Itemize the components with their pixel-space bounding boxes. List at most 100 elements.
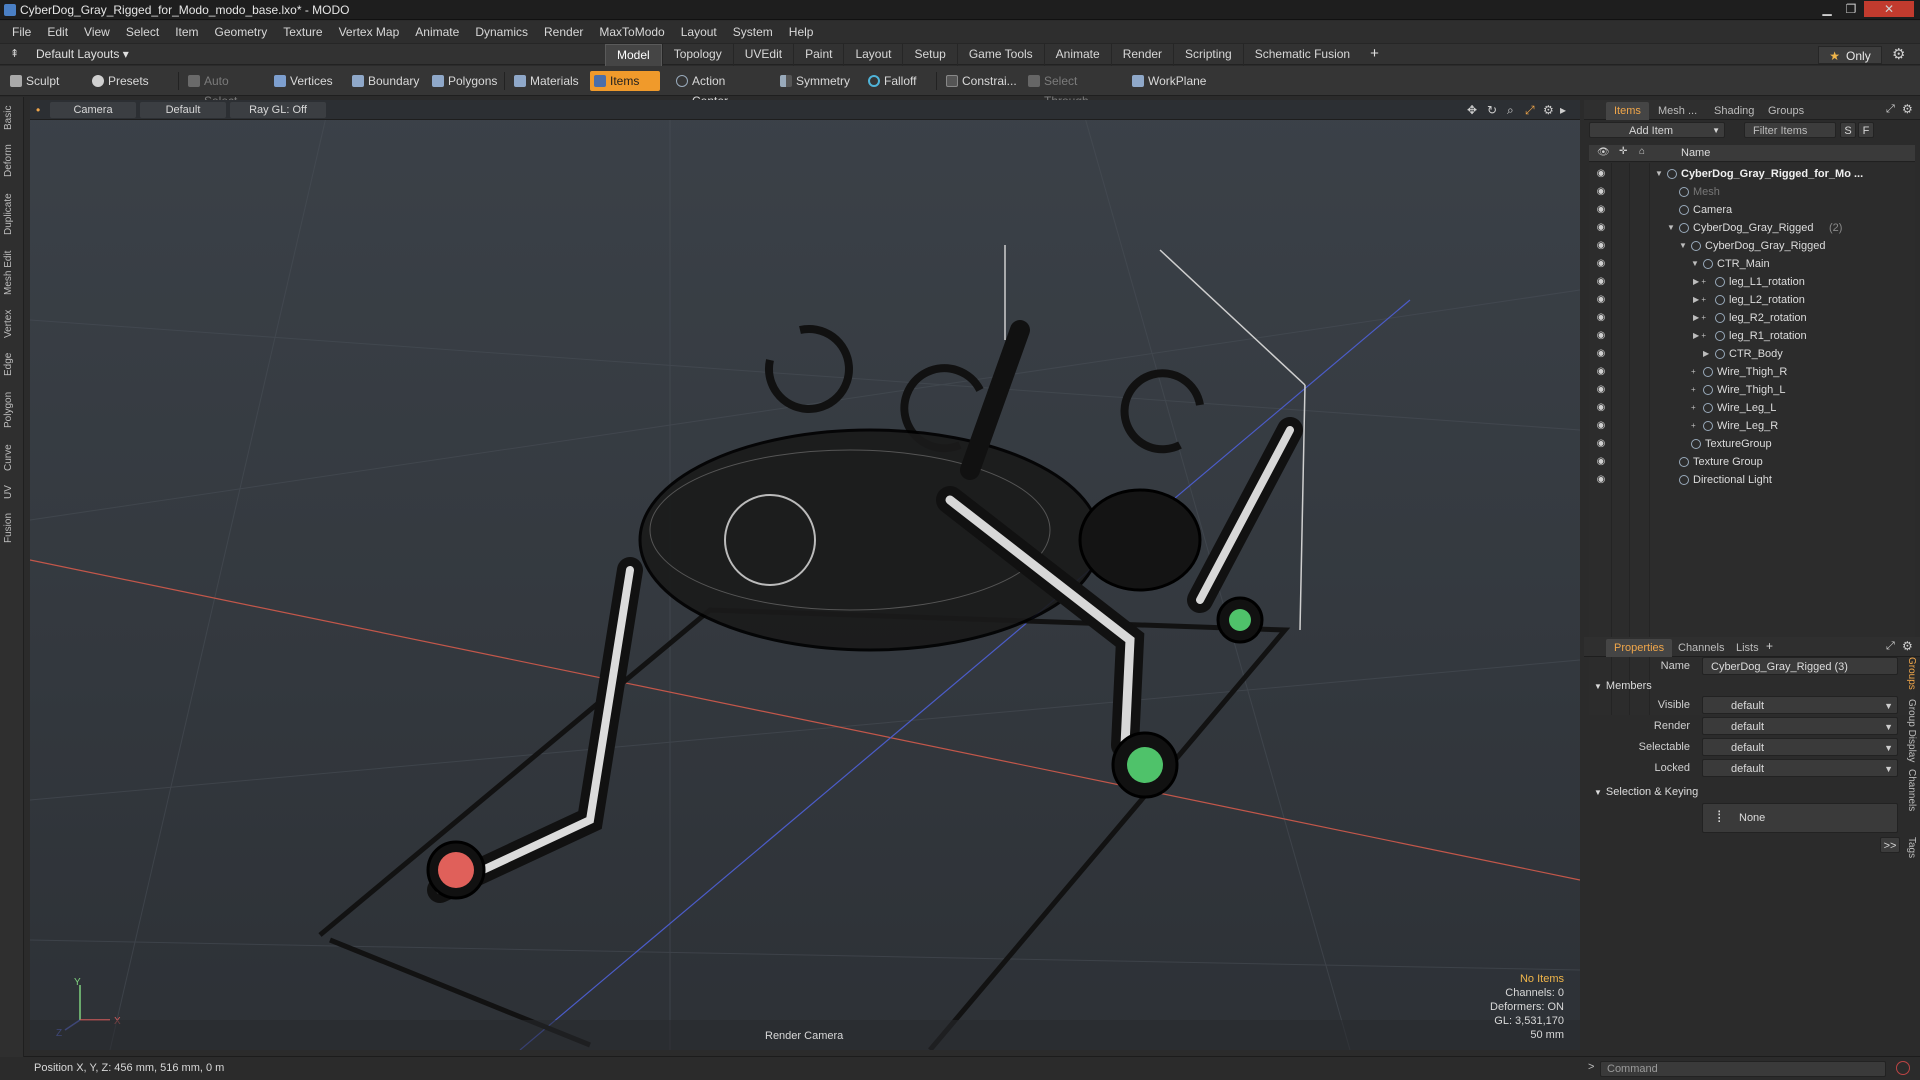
name-column-header[interactable]: Name [1681, 147, 1710, 159]
tab-properties[interactable]: Properties [1606, 639, 1673, 657]
3d-viewport[interactable]: Y X Z No Items Channels: 0 Deformers: ON… [30, 100, 1580, 1050]
maximize-button[interactable]: ❐ [1840, 1, 1862, 17]
visibility-eye-icon[interactable]: ◉ [1595, 420, 1607, 432]
visible-dropdown[interactable]: default ▼ [1702, 696, 1898, 714]
layout-tab-topology[interactable]: Topology [661, 44, 733, 66]
expand-toggle-icon[interactable]: ▶ + [1693, 291, 1706, 309]
tree-item[interactable]: ◉ Camera [1589, 201, 1915, 219]
tree-item[interactable]: ◉ ▶ + leg_R2_rotation [1589, 309, 1915, 327]
add-layout-tab-icon[interactable]: + [1361, 44, 1388, 66]
viewport-menu-icon[interactable]: • [36, 103, 40, 117]
tree-item[interactable]: ◉ + Wire_Leg_L [1589, 399, 1915, 417]
tab-groups[interactable]: Groups [1760, 102, 1812, 120]
menu-select[interactable]: Select [118, 21, 167, 43]
visibility-eye-icon[interactable]: ◉ [1595, 222, 1607, 234]
expand-toggle-icon[interactable]: ▶ [1703, 345, 1709, 363]
viewport-expand-icon[interactable]: ▸ [1560, 103, 1566, 117]
visibility-eye-icon[interactable]: ◉ [1595, 402, 1607, 414]
layout-tab-animate[interactable]: Animate [1043, 44, 1111, 66]
visibility-eye-icon[interactable]: ◉ [1595, 348, 1607, 360]
only-button[interactable]: ★ Only [1818, 46, 1882, 64]
items-button[interactable]: Items [590, 71, 660, 91]
tree-item[interactable]: ◉ Directional Light [1589, 471, 1915, 489]
pan-icon[interactable]: ✥ [1467, 103, 1477, 117]
layout-tab-scripting[interactable]: Scripting [1173, 44, 1243, 66]
shading-mode-button[interactable]: Default [140, 102, 226, 118]
tree-item[interactable]: ◉ + Wire_Thigh_L [1589, 381, 1915, 399]
expand-toggle-icon[interactable]: ▼ [1691, 255, 1699, 273]
filter-items-input[interactable]: Filter Items [1744, 122, 1836, 138]
expand-toggle-icon[interactable]: + [1691, 363, 1696, 381]
presets-button[interactable]: Presets [88, 71, 168, 91]
expand-toggle-icon[interactable]: ▶ + [1693, 309, 1706, 327]
tree-item[interactable]: ◉ ▶ + leg_R1_rotation [1589, 327, 1915, 345]
expand-toggle-icon[interactable]: + [1691, 399, 1696, 417]
left-tab-fusion[interactable]: Fusion [3, 509, 21, 547]
visibility-eye-icon[interactable]: ◉ [1595, 204, 1607, 216]
tab-channels[interactable]: Channels [1670, 639, 1732, 657]
menu-maxtomodo[interactable]: MaxToModo [591, 21, 672, 43]
props-popout-icon[interactable]: ⤢ [1886, 640, 1895, 653]
tab-mesh[interactable]: Mesh ... [1650, 102, 1705, 120]
side-tab-groups[interactable]: Groups [1906, 657, 1917, 693]
visibility-eye-icon[interactable]: ◉ [1595, 366, 1607, 378]
visibility-eye-icon[interactable]: ◉ [1595, 240, 1607, 252]
menu-help[interactable]: Help [781, 21, 822, 43]
more-button[interactable]: >> [1880, 837, 1900, 853]
add-item-button[interactable]: Add Item ▼ [1589, 122, 1725, 138]
side-tab-tags[interactable]: Tags [1906, 837, 1917, 867]
viewport-settings-icon[interactable]: ⚙ [1543, 103, 1554, 117]
filter-f-button[interactable]: F [1858, 122, 1874, 138]
expand-toggle-icon[interactable]: ▼ [1655, 165, 1663, 183]
layout-tab-paint[interactable]: Paint [793, 44, 843, 66]
fit-view-icon[interactable]: ⤢ [1525, 103, 1535, 118]
tree-item[interactable]: ◉ ▼ CyberDog_Gray_Rigged_for_Mo ... [1589, 165, 1915, 183]
cyberdog-wireframe[interactable] [426, 245, 1306, 903]
expand-toggle-icon[interactable]: + [1691, 417, 1696, 435]
menu-item[interactable]: Item [167, 21, 206, 43]
render-dropdown[interactable]: default ▼ [1702, 717, 1898, 735]
select-through-button[interactable]: Select Through [1024, 71, 1120, 108]
layout-tab-uvedit[interactable]: UVEdit [732, 44, 793, 66]
visibility-eye-icon[interactable]: ◉ [1595, 258, 1607, 270]
left-tab-uv[interactable]: UV [3, 483, 21, 501]
menu-view[interactable]: View [76, 21, 118, 43]
action-center-button[interactable]: Action Center [672, 71, 762, 108]
close-window-button[interactable]: ✕ [1864, 1, 1914, 17]
tree-item[interactable]: ◉ ▼ CTR_Main [1589, 255, 1915, 273]
layout-preset-dropdown[interactable]: Default Layouts ▾ [36, 47, 129, 61]
tab-lists[interactable]: Lists [1728, 639, 1767, 657]
symmetry-button[interactable]: Symmetry [776, 71, 856, 91]
auto-select-button[interactable]: Auto Select [184, 71, 266, 108]
menu-vertex-map[interactable]: Vertex Map [331, 21, 408, 43]
left-tab-polygon[interactable]: Polygon [3, 387, 21, 433]
left-tab-deform[interactable]: Deform [3, 141, 21, 181]
boundary-button[interactable]: Boundary [348, 71, 420, 91]
tree-item[interactable]: ◉ ▶ + leg_L2_rotation [1589, 291, 1915, 309]
panel-gear-icon[interactable]: ⚙ [1902, 102, 1913, 116]
filter-s-button[interactable]: S [1840, 122, 1856, 138]
workplane-button[interactable]: WorkPlane [1128, 71, 1208, 91]
visibility-eye-icon[interactable]: ◉ [1595, 276, 1607, 288]
tree-item[interactable]: ◉ Mesh [1589, 183, 1915, 201]
menu-render[interactable]: Render [536, 21, 591, 43]
menu-dynamics[interactable]: Dynamics [467, 21, 536, 43]
menu-layout[interactable]: Layout [673, 21, 725, 43]
tree-item[interactable]: ◉ + Wire_Leg_R [1589, 417, 1915, 435]
constraints-button[interactable]: Constrai... [942, 71, 1022, 91]
members-section[interactable]: ▼ Members [1594, 680, 1652, 692]
expand-toggle-icon[interactable]: ▼ [1667, 219, 1675, 237]
layout-tab-model[interactable]: Model [605, 44, 662, 66]
tree-item[interactable]: ◉ + Wire_Thigh_R [1589, 363, 1915, 381]
props-gear-icon[interactable]: ⚙ [1902, 639, 1913, 653]
polygons-button[interactable]: Polygons [428, 71, 498, 91]
visibility-eye-icon[interactable]: ◉ [1595, 168, 1607, 180]
sculpt-button[interactable]: Sculpt [6, 71, 86, 91]
add-tab-icon[interactable]: + [1766, 639, 1773, 653]
left-tab-duplicate[interactable]: Duplicate [3, 189, 21, 239]
menu-edit[interactable]: Edit [39, 21, 76, 43]
visibility-eye-icon[interactable]: ◉ [1595, 474, 1607, 486]
minimize-button[interactable]: ▁ [1816, 1, 1838, 17]
visibility-eye-icon[interactable]: ◉ [1595, 186, 1607, 198]
expand-toggle-icon[interactable]: ▶ + [1693, 273, 1706, 291]
